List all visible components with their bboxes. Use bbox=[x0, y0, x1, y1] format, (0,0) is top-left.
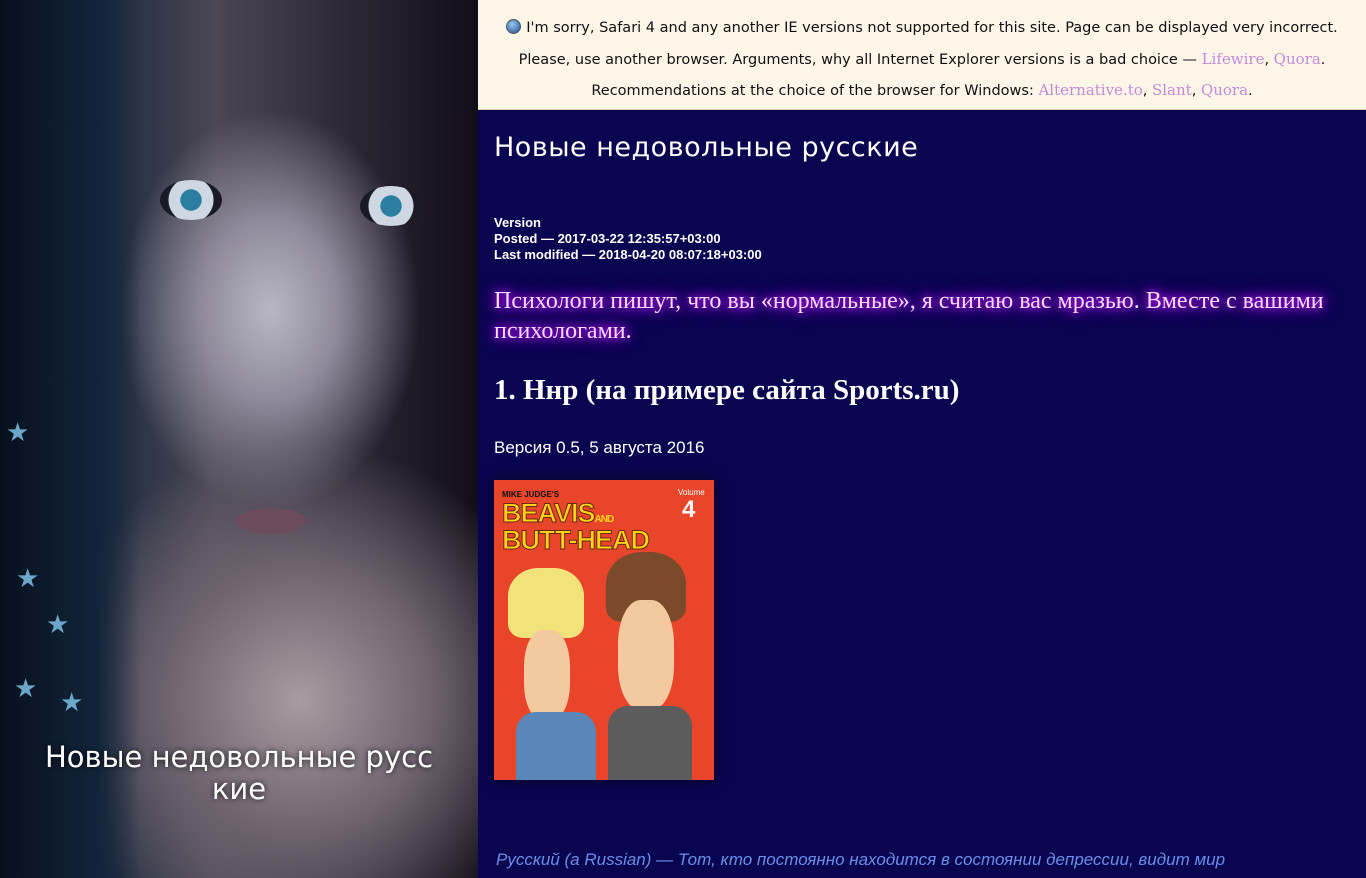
dvd-cover-image: MIKE JUDGE'S BEAVISAND BUTT-HEAD Volume … bbox=[494, 480, 714, 780]
cover-title-beavis: BEAVIS bbox=[502, 498, 597, 529]
character-shirt-shape bbox=[608, 706, 692, 780]
link-slant[interactable]: Slant bbox=[1152, 81, 1192, 99]
character-face-shape bbox=[524, 630, 570, 720]
cover-title-and: AND bbox=[594, 514, 615, 525]
link-quora-2[interactable]: Quora bbox=[1201, 81, 1248, 99]
hero-photo: ★ ★ ★ ★ ★ Новые недовольные русские bbox=[0, 0, 478, 878]
comma: , bbox=[1264, 52, 1274, 68]
period: . bbox=[1248, 83, 1253, 99]
meta-modified: Last modified — 2018-04-20 08:07:18+03:0… bbox=[494, 247, 762, 262]
period: . bbox=[1320, 52, 1326, 68]
definition-quote: Русский (a Russian) — Тот, кто постоянно… bbox=[496, 850, 1226, 869]
character-hair-shape bbox=[508, 568, 584, 638]
comma: , bbox=[1191, 83, 1201, 99]
warning-text-2: Please, use another browser. Arguments, … bbox=[518, 52, 1202, 68]
section-heading: 1. Ннр (на примере сайта Sports.ru) bbox=[494, 374, 960, 406]
star-icon: ★ bbox=[16, 564, 40, 594]
warning-text-1: I'm sorry, Safari 4 and any another IE v… bbox=[526, 20, 1338, 36]
browser-warning-banner: I'm sorry, Safari 4 and any another IE v… bbox=[478, 0, 1366, 110]
cover-title-line-2: BUTT-HEAD bbox=[502, 525, 651, 556]
warning-line-1: I'm sorry, Safari 4 and any another IE v… bbox=[478, 13, 1366, 44]
link-quora[interactable]: Quora bbox=[1274, 50, 1321, 68]
meta-version: Version bbox=[494, 215, 541, 230]
meta-posted: Posted — 2017-03-22 12:35:57+03:00 bbox=[494, 231, 721, 246]
warning-text-3: Recommendations at the choice of the bro… bbox=[591, 83, 1039, 99]
comma: , bbox=[1142, 83, 1152, 99]
cover-volume-number: 4 bbox=[682, 496, 696, 523]
link-alternative-to[interactable]: Alternative.to bbox=[1038, 81, 1142, 99]
star-icon: ★ bbox=[14, 674, 38, 704]
character-shirt-shape bbox=[516, 712, 596, 780]
character-face-shape bbox=[618, 600, 674, 710]
browser-globe-icon bbox=[506, 19, 522, 34]
page-title: Новые недовольные русские bbox=[494, 132, 919, 163]
version-line: Версия 0.5, 5 августа 2016 bbox=[494, 438, 705, 457]
star-icon: ★ bbox=[46, 610, 70, 640]
main-content: Новые недовольные русские Version Posted… bbox=[478, 110, 1366, 878]
lead-paragraph: Психологи пишут, что вы «нормальные», я … bbox=[494, 288, 1324, 344]
eye-shape bbox=[360, 186, 422, 226]
post-meta: Version Posted — 2017-03-22 12:35:57+03:… bbox=[494, 215, 762, 263]
lips-shape bbox=[236, 508, 306, 534]
star-icon: ★ bbox=[60, 688, 84, 718]
link-lifewire[interactable]: Lifewire bbox=[1202, 50, 1265, 68]
star-icon: ★ bbox=[6, 418, 30, 448]
left-panel-title: Новые недовольные русские bbox=[44, 740, 434, 806]
warning-line-3: Recommendations at the choice of the bro… bbox=[478, 75, 1366, 106]
warning-line-2: Please, use another browser. Arguments, … bbox=[478, 44, 1366, 75]
eye-shape bbox=[160, 180, 222, 220]
